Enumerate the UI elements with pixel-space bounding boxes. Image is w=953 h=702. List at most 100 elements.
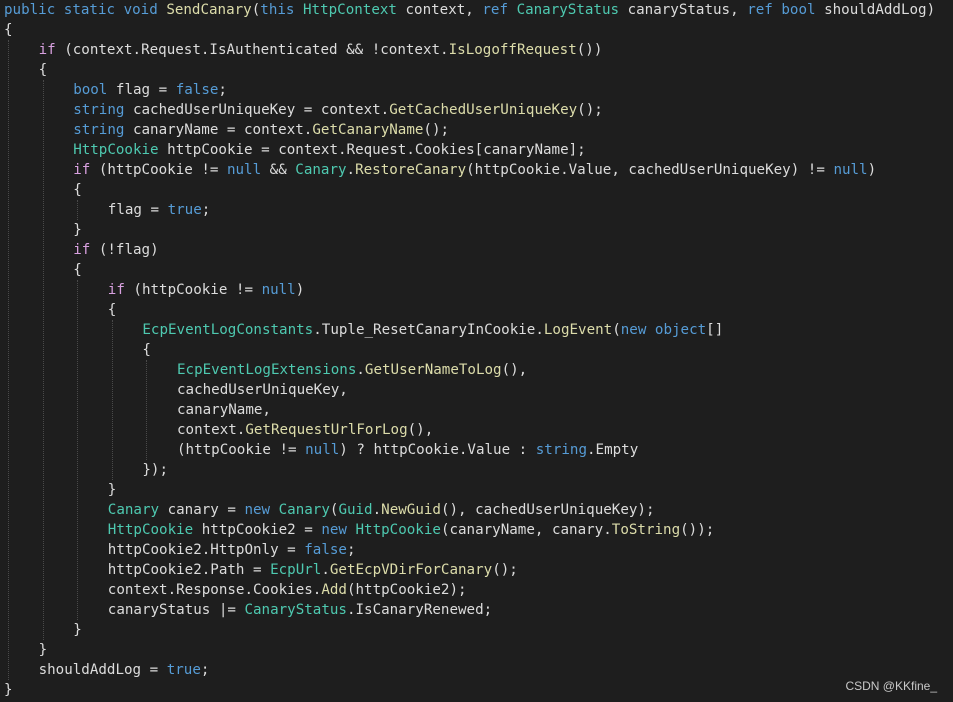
code-token: ; [201,202,211,218]
code-token: (); [423,122,450,138]
code-token: httpCookie2.Path = [107,562,271,578]
code-token: Canary [295,162,347,178]
code-token: } [73,222,82,238]
code-token: (httpCookie != [90,162,227,178]
code-token: ; [200,662,210,678]
code-token: IsLogoffRequest [448,42,577,58]
code-token: string [535,442,588,458]
code-token: GetCachedUserUniqueKey [389,102,578,118]
indent-guide [111,320,113,480]
code-token: { [73,262,82,278]
code-token: bool [73,82,108,98]
code-token: true [166,662,201,678]
code-token: ref [482,2,509,18]
code-token: canaryStatus, [619,2,748,18]
code-token: (httpCookie2); [346,582,467,598]
code-token: } [73,622,82,638]
code-token: ref [747,2,773,18]
code-token: ()) [576,42,603,58]
code-token: } [107,482,117,498]
code-token: Guid [338,502,373,518]
code-line: { [39,60,48,80]
code-line: { [108,300,117,320]
code-line: } [108,480,117,500]
code-token: void [123,2,158,18]
code-token: ( [251,2,261,18]
code-line: if (httpCookie != null && Canary.Restore… [73,160,876,180]
code-token: canaryStatus |= [107,602,245,618]
code-token: context, [396,2,483,18]
code-token: { [4,22,13,38]
code-line: if (!flag) [73,240,158,260]
code-line: context.GetRequestUrlForLog(), [177,420,433,440]
code-token: ) ? httpCookie.Value : [339,442,536,458]
code-token: (canaryName, canary. [440,522,612,538]
code-token: (), cachedUserUniqueKey); [440,502,655,518]
code-token: (); [492,562,518,578]
code-token: if [38,42,56,58]
code-token: null [226,162,262,178]
code-token: cachedUserUniqueKey, [177,382,348,398]
code-token: . [372,502,382,518]
code-token: httpCookie2.HttpOnly = [107,542,305,558]
code-token: false [175,82,219,98]
code-token: { [73,182,82,198]
code-token: shouldAddLog) [815,2,936,18]
code-token: static [63,2,116,18]
code-token: .Empty [587,442,639,458]
indent-guide [42,80,44,640]
code-editor[interactable]: public static void SendCanary(this HttpC… [0,0,953,702]
code-line: flag = true; [108,200,211,220]
code-line: Canary canary = new Canary(Guid.NewGuid(… [108,500,655,520]
code-token: CanaryStatus [516,2,620,18]
code-token: { [107,302,117,318]
code-token: ( [612,322,621,338]
code-line: httpCookie2.Path = EcpUrl.GetEcpVDirForC… [108,560,518,580]
code-token: flag = [107,82,176,98]
code-token: string [73,102,125,118]
code-line: cachedUserUniqueKey, [177,380,348,400]
code-token: (), [407,422,434,438]
code-token: && [261,162,296,178]
code-token: .IsCanaryRenewed; [346,602,493,618]
code-token: null [833,162,868,178]
code-token: { [38,62,48,78]
code-token: Canary [107,502,160,518]
code-token: GetCanaryName [312,122,424,138]
code-line: string canaryName = context.GetCanaryNam… [73,120,449,140]
code-token: bool [781,2,816,18]
code-token: if [107,282,125,298]
code-line: HttpCookie httpCookie = context.Request.… [73,140,586,160]
code-token: httpCookie2 = [193,522,322,538]
code-line: shouldAddLog = true; [39,660,210,680]
code-token: true [167,202,202,218]
code-token: .Tuple_ResetCanaryInCookie. [313,322,544,338]
code-token: canaryName, [177,402,271,418]
code-token: . [356,362,365,378]
code-token: (context.Request.IsAuthenticated && !con… [55,42,449,58]
code-token: flag = [107,202,168,218]
code-token: Add [321,582,347,598]
code-token: new [244,502,271,518]
code-token: HttpCookie [355,522,441,538]
code-token: false [304,542,347,558]
code-token: (), [501,362,528,378]
code-token: ) [295,282,305,298]
code-token: (httpCookie.Value, cachedUserUniqueKey) … [466,162,834,178]
code-line: } [4,680,13,700]
code-token: . [346,162,356,178]
code-line: }); [142,460,168,480]
code-token: ()); [680,522,715,538]
code-token: GetEcpVDirForCanary [329,562,493,578]
indent-guide [77,200,79,220]
code-token: } [4,682,13,698]
code-token: { [142,342,151,358]
indent-guide [77,280,79,620]
code-line: (httpCookie != null) ? httpCookie.Value … [177,440,638,460]
